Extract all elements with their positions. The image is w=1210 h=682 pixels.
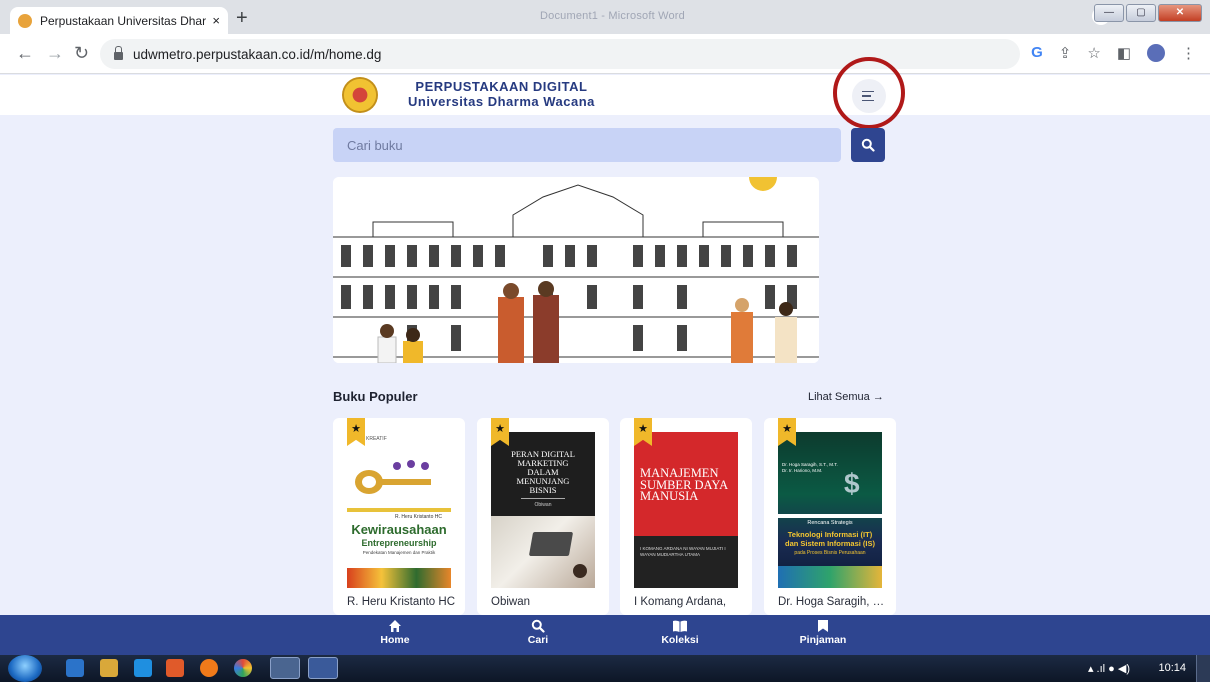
book-cover-teknologi-informasi[interactable]: Dr. Hoga Saragih, S.T., M.T. Dr. Ir. Har… bbox=[778, 432, 882, 588]
browser-tab[interactable]: Perpustakaan Universitas Dharma × bbox=[10, 7, 228, 34]
nav-search-label: Cari bbox=[527, 634, 549, 646]
windows-taskbar: ▴ .ıl ● ◀) 10:14 bbox=[0, 655, 1210, 682]
brand-title: PERPUSTAKAAN DIGITAL bbox=[415, 79, 588, 94]
lock-icon bbox=[114, 46, 123, 60]
side-panel-icon[interactable]: ◧ bbox=[1117, 44, 1131, 62]
site-favicon bbox=[18, 13, 32, 28]
nav-loans[interactable]: Pinjaman bbox=[788, 619, 858, 646]
taskbar-clock: 10:14 bbox=[1158, 662, 1186, 674]
back-arrow-icon[interactable]: ← bbox=[16, 43, 34, 63]
tab-title: Perpustakaan Universitas Dharma bbox=[40, 13, 207, 28]
reload-icon[interactable]: ↻ bbox=[74, 43, 89, 63]
nav-home[interactable]: Home bbox=[360, 619, 430, 646]
tab-close-icon[interactable]: × bbox=[212, 13, 220, 28]
book-author: Obiwan bbox=[491, 596, 530, 608]
url-text: udwmetro.perpustakaan.co.id/m/home.dg bbox=[133, 46, 382, 62]
firefox-icon[interactable] bbox=[200, 659, 218, 677]
book-cover-kewirausahaan[interactable]: ANDA KREATIF R. Heru Kristanto HC Kewira… bbox=[347, 432, 451, 588]
window-title: Document1 - Microsoft Word bbox=[540, 10, 685, 22]
browser-toolbar: ← → ↻ udwmetro.perpustakaan.co.id/m/home… bbox=[0, 34, 1210, 74]
annotation-highlight-circle bbox=[833, 57, 905, 129]
start-button[interactable] bbox=[8, 655, 42, 682]
book-open-icon bbox=[673, 620, 687, 632]
profile-avatar[interactable] bbox=[1147, 44, 1165, 62]
forward-arrow-icon[interactable]: → bbox=[46, 43, 64, 63]
nav-loans-label: Pinjaman bbox=[799, 634, 847, 646]
google-icon[interactable]: G bbox=[1031, 44, 1043, 62]
app-header: PERPUSTAKAAN DIGITAL Universitas Dharma … bbox=[0, 75, 1210, 115]
home-icon bbox=[389, 620, 401, 632]
search-icon bbox=[861, 138, 875, 152]
nav-search[interactable]: Cari bbox=[503, 619, 573, 646]
show-desktop-button[interactable] bbox=[1196, 655, 1210, 682]
university-logo bbox=[342, 77, 378, 113]
book-author: Dr. Hoga Saragih, S... bbox=[778, 596, 888, 608]
nav-home-label: Home bbox=[380, 634, 410, 646]
browser-tabstrip: Perpustakaan Universitas Dharma × + Docu… bbox=[0, 0, 1210, 34]
internet-explorer-icon[interactable] bbox=[134, 659, 152, 677]
see-all-link[interactable]: Lihat Semua → bbox=[808, 391, 884, 403]
brand-subtitle: Universitas Dharma Wacana bbox=[408, 94, 595, 109]
book-card[interactable]: ANDA KREATIF R. Heru Kristanto HC Kewira… bbox=[333, 418, 465, 615]
book-author: I Komang Ardana, bbox=[634, 596, 727, 608]
window-controls: — ▢ ✕ bbox=[1094, 4, 1202, 22]
new-tab-button[interactable]: + bbox=[236, 8, 248, 28]
tray-icons[interactable]: ▴ .ıl ● ◀) bbox=[1088, 662, 1130, 675]
bookmark-star-icon[interactable]: ☆ bbox=[1087, 44, 1100, 62]
brand: PERPUSTAKAAN DIGITAL Universitas Dharma … bbox=[408, 79, 595, 109]
close-window-button[interactable]: ✕ bbox=[1158, 4, 1202, 22]
book-cover-peran-digital-marketing[interactable]: PERAN DIGITAL MARKETING DALAM MENUNJANG … bbox=[491, 432, 595, 588]
popular-books-title: Buku Populer bbox=[333, 389, 418, 404]
minimize-button[interactable]: — bbox=[1094, 4, 1124, 22]
search-input[interactable] bbox=[345, 136, 841, 154]
app-page: PERPUSTAKAAN DIGITAL Universitas Dharma … bbox=[0, 57, 1210, 615]
kebab-menu-icon[interactable]: ⋮ bbox=[1181, 44, 1196, 62]
book-card[interactable]: PERAN DIGITAL MARKETING DALAM MENUNJANG … bbox=[477, 418, 609, 615]
file-explorer-icon[interactable] bbox=[100, 659, 118, 677]
book-card[interactable]: MANAJEMEN SUMBER DAYA MANUSIA I KOMANG A… bbox=[620, 418, 752, 615]
chrome-active-icon[interactable] bbox=[270, 657, 300, 679]
search-icon bbox=[531, 619, 545, 633]
maximize-button[interactable]: ▢ bbox=[1126, 4, 1156, 22]
search-bar bbox=[333, 128, 841, 162]
chrome-icon[interactable] bbox=[234, 659, 252, 677]
search-button[interactable] bbox=[851, 128, 885, 162]
book-card[interactable]: Dr. Hoga Saragih, S.T., M.T. Dr. Ir. Har… bbox=[764, 418, 896, 615]
hero-banner-image bbox=[333, 177, 819, 363]
book-author: R. Heru Kristanto HC bbox=[347, 596, 456, 608]
bottom-navigation: Home Cari Koleksi Pinjaman bbox=[0, 615, 1210, 655]
book-cover-manajemen-sdm[interactable]: MANAJEMEN SUMBER DAYA MANUSIA I KOMANG A… bbox=[634, 432, 738, 588]
bookmark-icon bbox=[818, 620, 828, 632]
app-icon[interactable] bbox=[166, 659, 184, 677]
share-icon[interactable]: ⇪ bbox=[1059, 44, 1072, 62]
nav-collection-label: Koleksi bbox=[661, 634, 699, 646]
media-player-icon[interactable] bbox=[66, 659, 84, 677]
word-icon[interactable] bbox=[308, 657, 338, 679]
nav-collection[interactable]: Koleksi bbox=[645, 619, 715, 646]
toolbar-icons: G ⇪ ☆ ◧ ⋮ bbox=[1031, 44, 1196, 62]
